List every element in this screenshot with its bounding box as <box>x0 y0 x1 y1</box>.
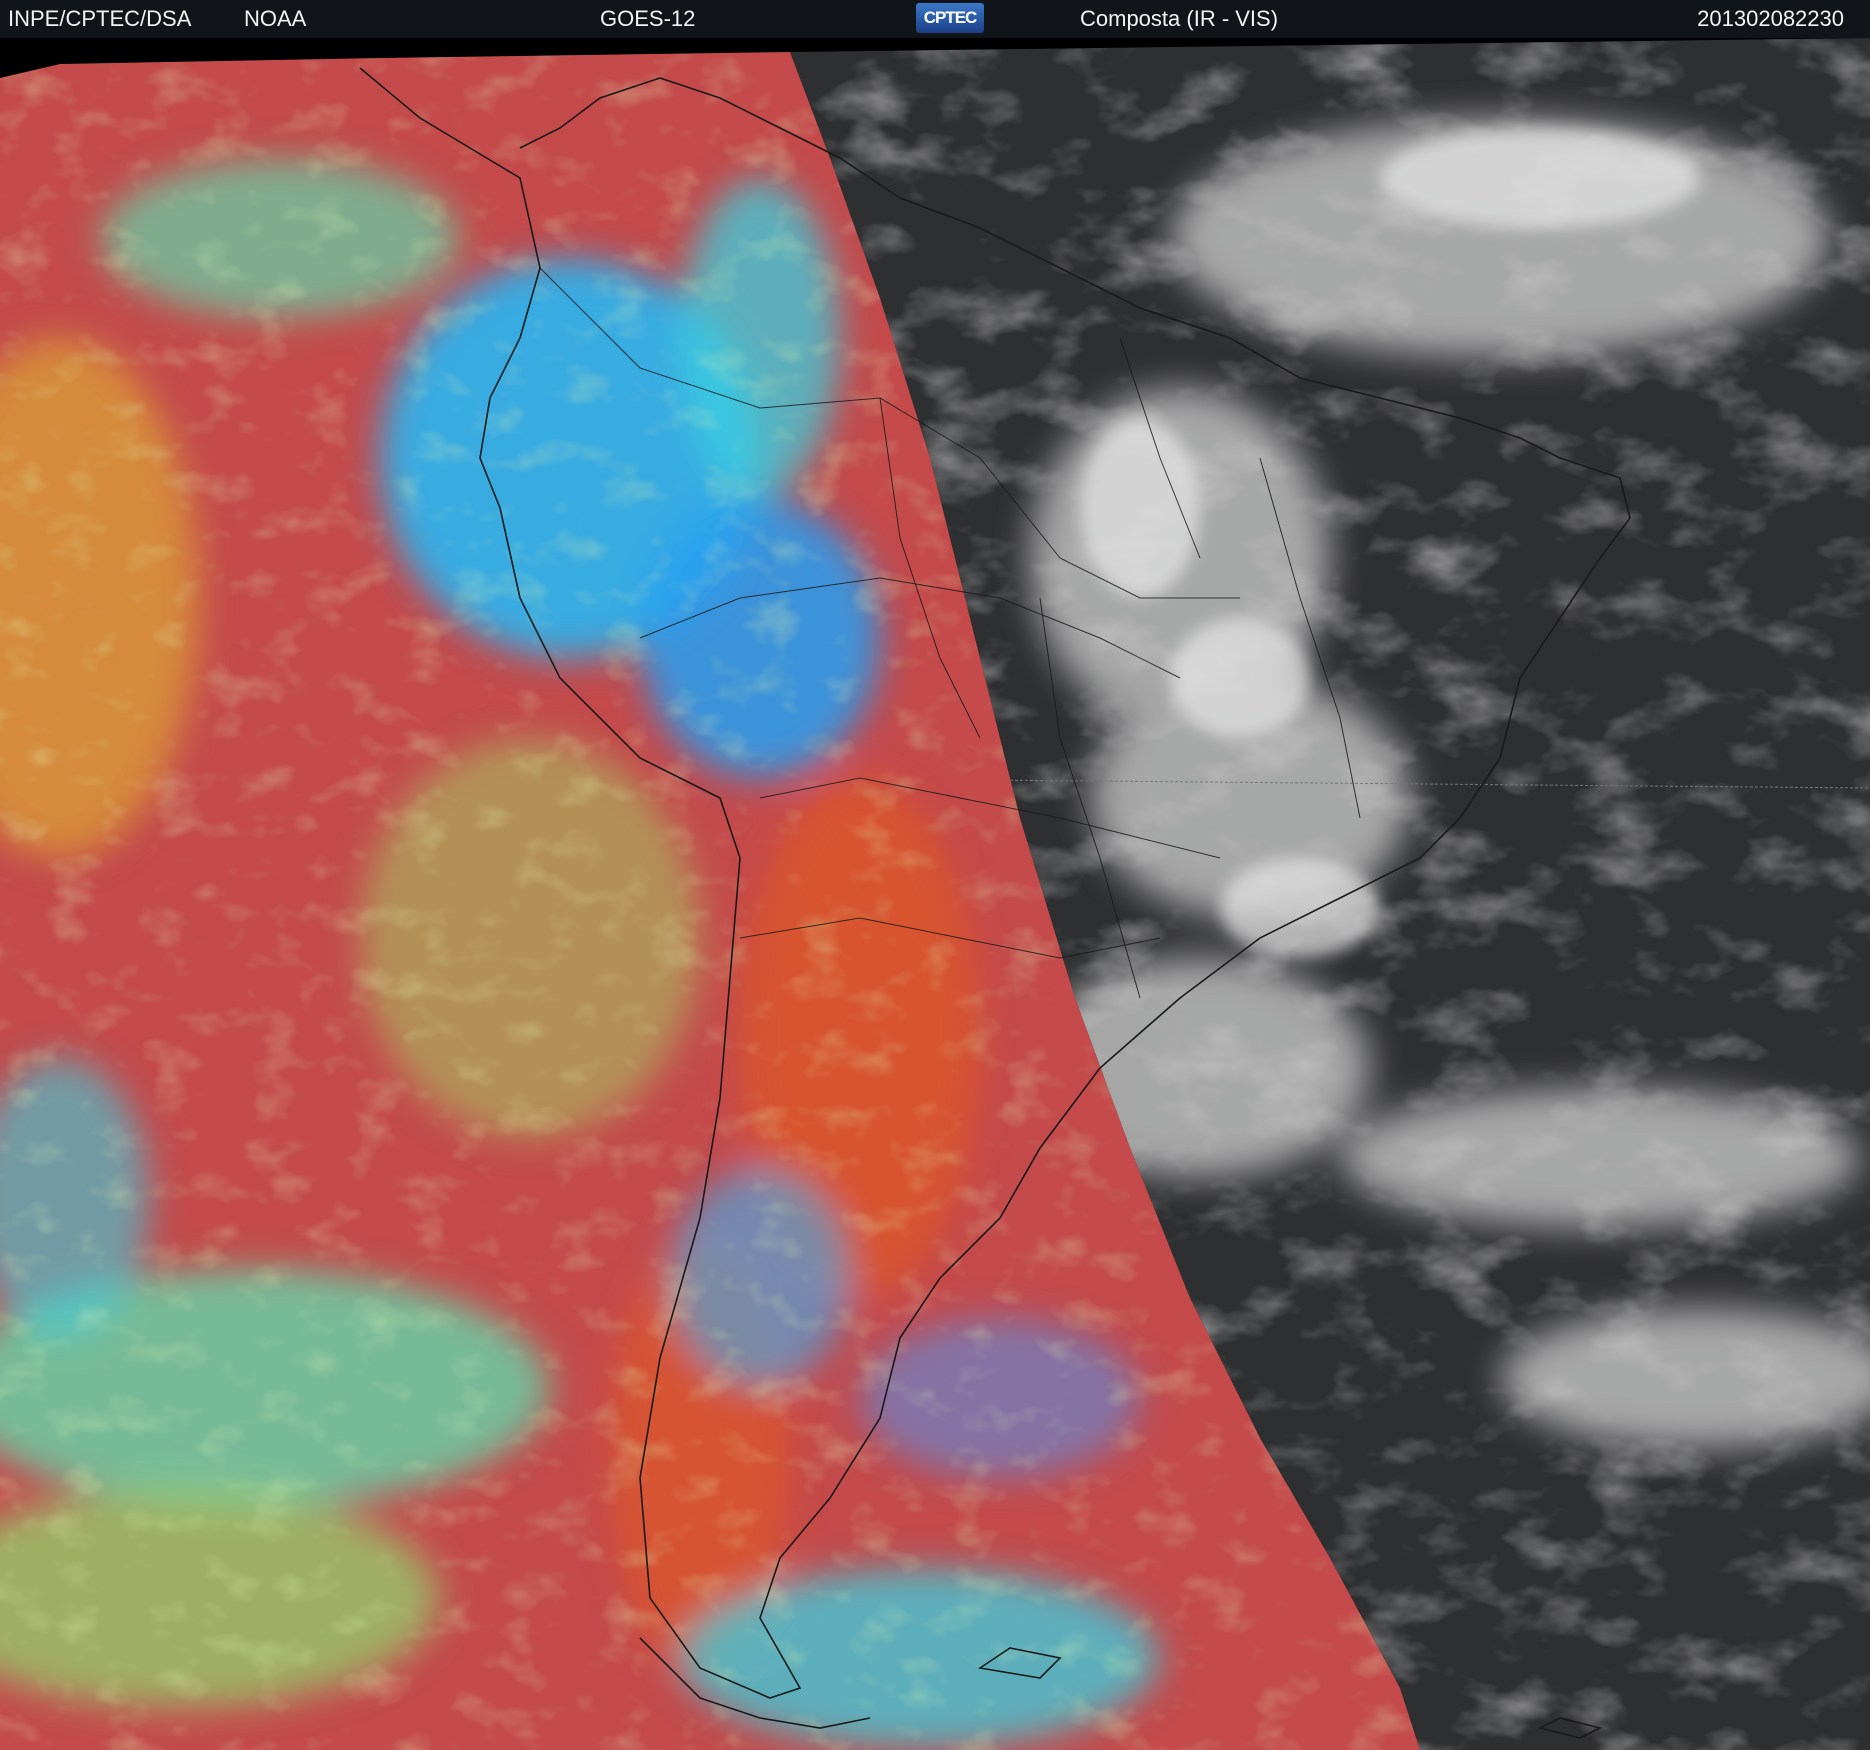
header-bar: INPE/CPTEC/DSA NOAA GOES-12 CPTEC Compos… <box>0 0 1870 38</box>
product-label: Composta (IR - VIS) <box>1080 6 1279 31</box>
cptec-logo: CPTEC <box>916 3 984 33</box>
satellite-label: GOES-12 <box>600 6 696 31</box>
agency-label: NOAA <box>244 6 307 31</box>
timestamp-label: 201302082230 <box>1697 6 1844 31</box>
composite-satellite-imagery <box>0 38 1870 1750</box>
cptec-logo-text: CPTEC <box>923 8 978 27</box>
organization-label: INPE/CPTEC/DSA <box>8 6 192 31</box>
satellite-image-frame: INPE/CPTEC/DSA NOAA GOES-12 CPTEC Compos… <box>0 0 1870 1750</box>
